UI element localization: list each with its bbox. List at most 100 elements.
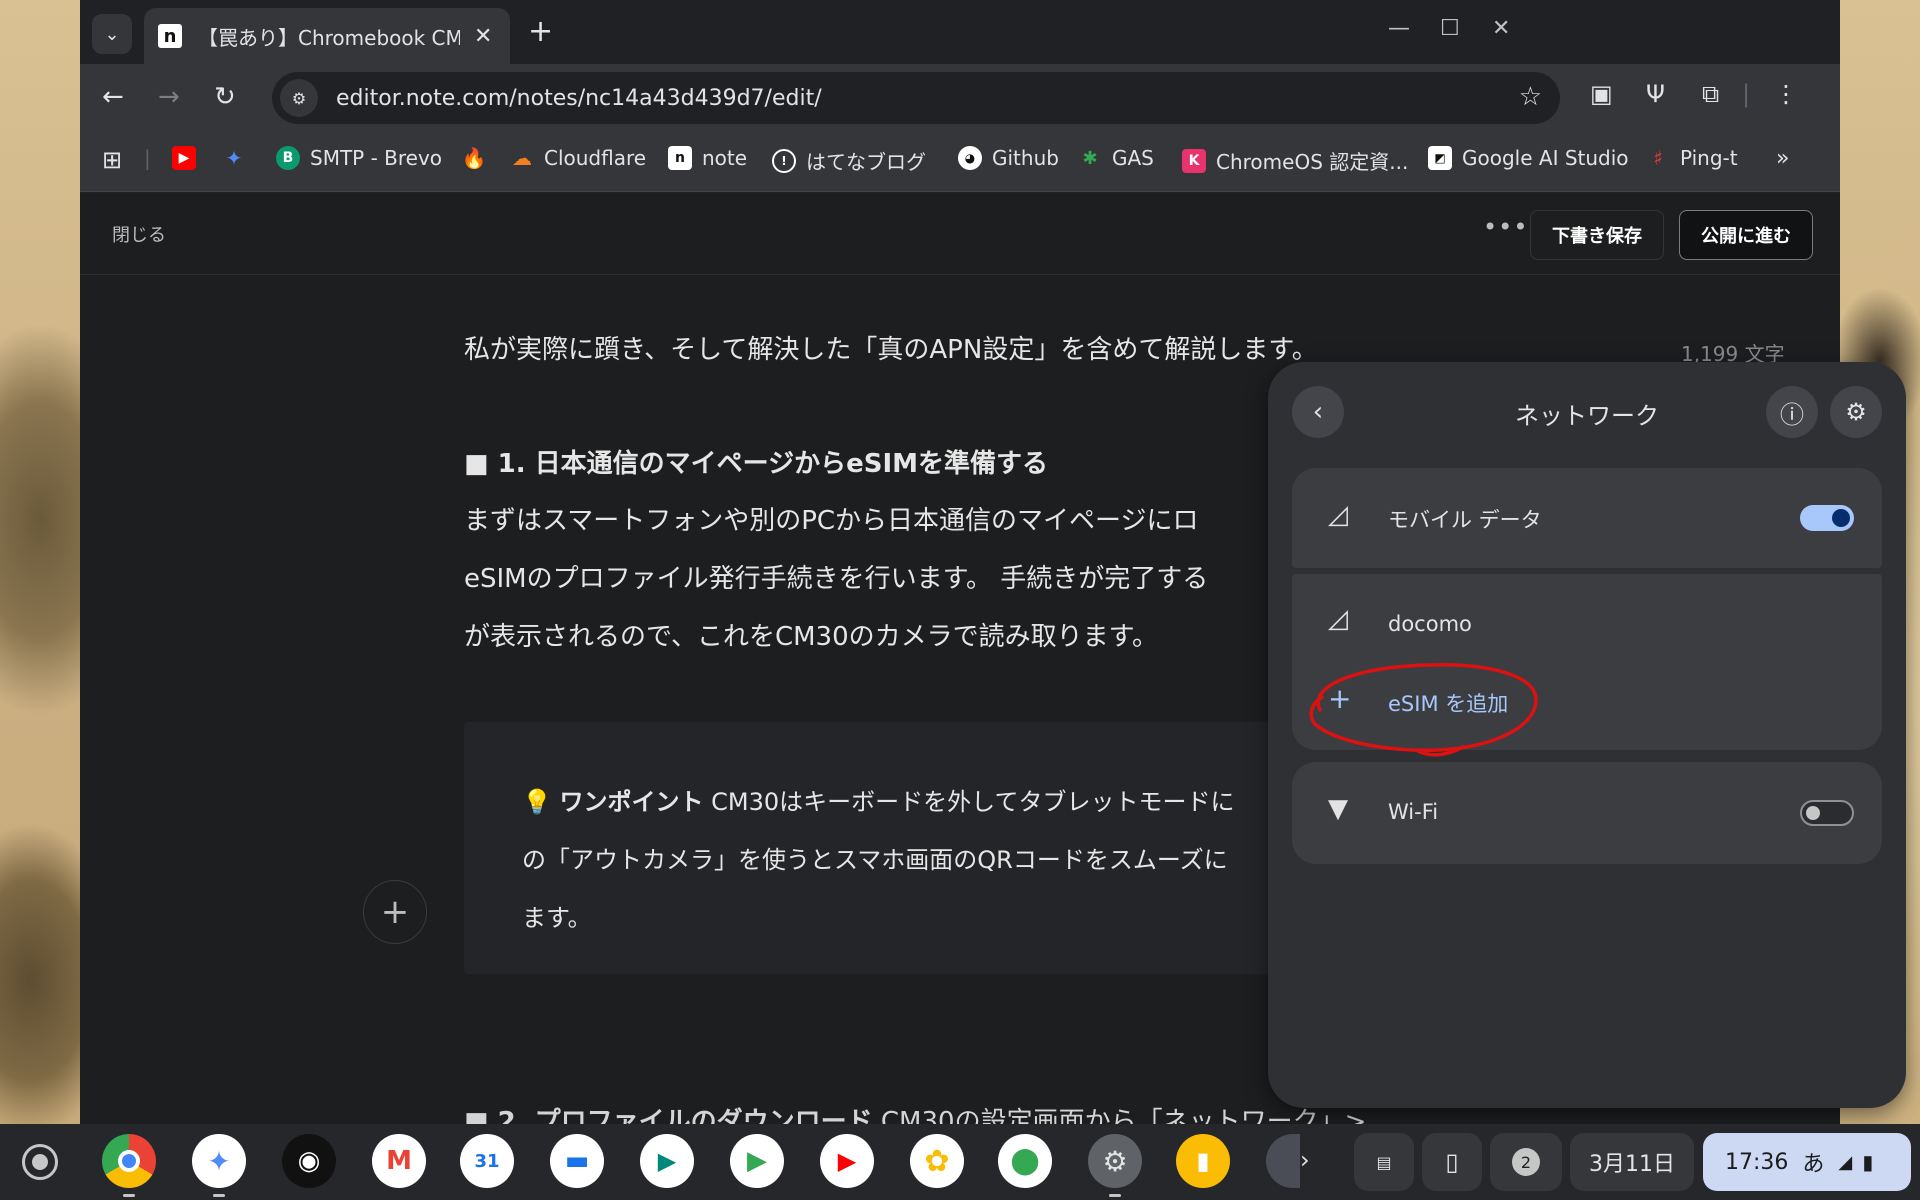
bookmark-gas[interactable]: ✱ GAS: [1078, 146, 1153, 170]
extensions-puzzle-icon[interactable]: ⧉: [1702, 80, 1719, 108]
running-indicator: [1109, 1194, 1121, 1197]
settings-app-icon[interactable]: ⚙: [1088, 1134, 1142, 1188]
omnibox-url[interactable]: editor.note.com/notes/nc14a43d439d7/edit…: [336, 86, 822, 111]
firebase-flame-icon: 🔥: [461, 146, 487, 170]
bookmark-github[interactable]: ◕ Github: [958, 146, 1059, 170]
meet-app-icon[interactable]: ▶: [640, 1134, 694, 1188]
info-icon[interactable]: ⓘ: [1766, 386, 1818, 438]
publish-button[interactable]: 公開に進む: [1679, 210, 1813, 260]
shelf-scroll-chevron-icon[interactable]: ›: [1300, 1146, 1310, 1174]
wifi-row[interactable]: ▼ Wi-Fi: [1292, 762, 1882, 864]
omnibox[interactable]: ⚙ editor.note.com/notes/nc14a43d439d7/ed…: [272, 72, 1560, 124]
reload-icon[interactable]: ↻: [214, 82, 236, 112]
site-info-icon[interactable]: ⚙: [280, 79, 318, 117]
wifi-toggle[interactable]: [1800, 800, 1854, 826]
phone-hub-icon[interactable]: ▯: [1422, 1133, 1482, 1191]
bookmark-google-ai-studio[interactable]: ◩ Google AI Studio: [1428, 146, 1629, 170]
gemini-app-icon[interactable]: ✦: [192, 1134, 246, 1188]
bookmark-note[interactable]: n note: [668, 146, 747, 170]
bookmark-ping-t[interactable]: ♯ Ping-t: [1646, 146, 1737, 170]
mobile-data-row[interactable]: ◿ モバイル データ: [1292, 468, 1882, 568]
bookmark-firebase[interactable]: 🔥: [461, 146, 487, 170]
tab-active[interactable]: n 【罠あり】Chromebook CM30 Plus ✕: [144, 8, 510, 64]
line-extension-icon[interactable]: ▣: [1590, 80, 1613, 108]
bookmark-label: Cloudflare: [544, 146, 647, 170]
tip-text: CM30はキーボードを外してタブレットモードに: [703, 788, 1235, 816]
bookmark-cloudflare[interactable]: ☁ Cloudflare: [510, 146, 646, 170]
maximize-button[interactable]: ☐: [1440, 16, 1460, 41]
more-options-icon[interactable]: •••: [1483, 213, 1528, 241]
section1-line[interactable]: eSIMのプロファイル発行手続きを行います。 手続きが完了する: [464, 558, 1208, 595]
running-indicator: [123, 1194, 135, 1197]
cloudflare-cloud-icon: ☁: [512, 146, 532, 170]
bookmark-hatena-blog[interactable]: ! はてなブログ: [772, 146, 926, 175]
gmail-app-icon[interactable]: M: [372, 1134, 426, 1188]
play-store-app-icon[interactable]: ▶: [730, 1134, 784, 1188]
section2-heading: ■ 2. プロファイルのダウンロード: [464, 1107, 873, 1124]
minimize-button[interactable]: —: [1388, 16, 1410, 41]
cellular-no-signal-icon: ◢: [1838, 1151, 1853, 1173]
messages-app-icon[interactable]: ▬: [550, 1134, 604, 1188]
trident-extension-icon[interactable]: Ψ: [1646, 80, 1665, 108]
notification-center[interactable]: 2: [1490, 1133, 1562, 1191]
section1-heading[interactable]: ■ 1. 日本通信のマイページからeSIMを準備する: [464, 443, 1048, 480]
tip-callout[interactable]: 💡 ワンポイント CM30はキーボードを外してタブレットモードに の「アウトカメ…: [464, 722, 1364, 974]
bookmark-youtube[interactable]: ▶: [172, 146, 196, 170]
tip-line: ます。: [522, 904, 592, 932]
carrier-name: docomo: [1388, 612, 1472, 636]
tab-close-icon[interactable]: ✕: [474, 24, 492, 49]
bookmark-gemini[interactable]: ✦: [222, 146, 246, 170]
back-arrow-icon[interactable]: ←: [102, 82, 124, 112]
new-tab-button[interactable]: +: [528, 14, 553, 49]
chromeos-cert-icon: K: [1182, 148, 1206, 173]
clock-time: 17:36: [1725, 1149, 1789, 1175]
section2-text: CM30の設定画面から「ネットワーク」>: [872, 1107, 1367, 1124]
bookmark-label: ChromeOS 認定資...: [1216, 150, 1409, 174]
ai-studio-icon: ◩: [1428, 146, 1452, 170]
wifi-icon: ▼: [1328, 794, 1348, 824]
close-window-button[interactable]: ✕: [1492, 16, 1510, 41]
section1-line[interactable]: まずはスマートフォンや別のPCから日本通信のマイページにロ: [464, 500, 1199, 537]
close-editor-link[interactable]: 閉じる: [112, 221, 166, 247]
youtube-icon: ▶: [172, 146, 196, 170]
bookmark-label: note: [702, 146, 748, 170]
bookmark-label: はてなブログ: [806, 150, 926, 174]
tip-label: ワンポイント: [559, 788, 704, 816]
editor-header: 閉じる ••• 下書き保存 公開に進む: [80, 193, 1840, 275]
tote-holding-space-icon[interactable]: ▤: [1354, 1133, 1414, 1191]
mobile-data-toggle[interactable]: [1800, 505, 1854, 531]
browser-toolbar: ← → ↻ ⚙ editor.note.com/notes/nc14a43d43…: [80, 64, 1840, 132]
forward-arrow-icon[interactable]: →: [158, 82, 180, 112]
bookmark-chromeos-cert[interactable]: K ChromeOS 認定資...: [1182, 146, 1408, 175]
podcast-app-icon[interactable]: ◉: [282, 1134, 336, 1188]
tab-search-button[interactable]: ⌄: [92, 14, 132, 54]
section1-line[interactable]: が表示されるので、これをCM30のカメラで読み取ります。: [464, 616, 1158, 653]
bookmarks-overflow-icon[interactable]: »: [1776, 146, 1789, 171]
tab-strip: ⌄ n 【罠あり】Chromebook CM30 Plus ✕ + — ☐ ✕: [80, 0, 1840, 64]
calendar-app-icon[interactable]: 31: [460, 1134, 514, 1188]
settings-gear-icon[interactable]: ⚙: [1830, 386, 1882, 438]
bookmark-star-icon[interactable]: ☆: [1519, 82, 1542, 112]
kebab-menu-icon[interactable]: ⋮: [1774, 80, 1798, 108]
bookmark-smtp-brevo[interactable]: B SMTP - Brevo: [276, 146, 442, 170]
bookmark-label: SMTP - Brevo: [310, 146, 443, 170]
insert-block-button[interactable]: +: [363, 880, 427, 944]
maps-app-icon[interactable]: ⬤: [998, 1134, 1052, 1188]
chrome-app-icon[interactable]: [102, 1134, 156, 1188]
carrier-row[interactable]: ◿ docomo: [1292, 574, 1882, 664]
keep-app-icon[interactable]: ▮: [1176, 1134, 1230, 1188]
intro-paragraph[interactable]: 私が実際に躓き、そして解決した「真のAPN設定」を含めて解説します。: [464, 329, 1318, 366]
chevron-down-icon: ⌄: [104, 23, 120, 45]
status-tray[interactable]: 17:36 あ ◢ ▮: [1703, 1133, 1911, 1191]
apps-grid-icon[interactable]: ⊞: [102, 146, 122, 174]
notification-count-badge: 2: [1512, 1148, 1540, 1176]
photos-app-icon[interactable]: ✿: [910, 1134, 964, 1188]
overflow-app-icon[interactable]: [1266, 1134, 1300, 1188]
launcher-icon[interactable]: [22, 1144, 58, 1180]
save-draft-button[interactable]: 下書き保存: [1530, 210, 1664, 260]
bookmarks-bar: ⊞ | ▶ ✦ B SMTP - Brevo 🔥 ☁ Cloudflare n …: [80, 132, 1840, 192]
youtube-app-icon[interactable]: ▶: [820, 1134, 874, 1188]
section2-line[interactable]: ■ 2. プロファイルのダウンロード CM30の設定画面から「ネットワーク」>: [464, 1101, 1366, 1124]
date-tray[interactable]: 3月11日: [1570, 1133, 1694, 1191]
note-icon: n: [668, 146, 692, 170]
